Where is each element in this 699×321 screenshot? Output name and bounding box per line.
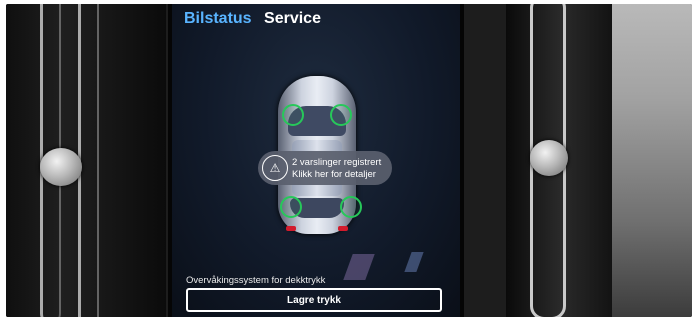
dashboard-panel-right [612, 4, 692, 317]
tire-front-left-indicator[interactable] [282, 104, 304, 126]
warning-triangle-icon: ⚠ [262, 155, 288, 181]
tab-bilstatus[interactable]: Bilstatus [184, 10, 252, 27]
dashboard-photo: Bilstatus Service ⚠ 2 varslinger registr… [6, 4, 692, 317]
save-pressure-button[interactable]: Lagre trykk [186, 288, 442, 312]
taillight-left [286, 226, 296, 231]
infotainment-screen: Bilstatus Service ⚠ 2 varslinger registr… [168, 4, 464, 317]
warning-notification[interactable]: ⚠ 2 varslinger registrert Klikk her for … [258, 151, 392, 185]
warning-title: 2 varslinger registrert [292, 157, 382, 168]
tire-rear-right-indicator[interactable] [340, 196, 362, 218]
left-air-vent [6, 4, 166, 317]
screen-reflection [404, 252, 424, 272]
tab-bar: Bilstatus Service [184, 10, 321, 28]
tire-front-right-indicator[interactable] [330, 104, 352, 126]
tire-pressure-system-label: Overvåkingssystem for dekktrykk [186, 275, 326, 286]
warning-subtitle: Klikk her for detaljer [292, 169, 376, 180]
tab-service[interactable]: Service [264, 10, 321, 27]
tire-rear-left-indicator[interactable] [280, 196, 302, 218]
left-vent-knob [40, 148, 82, 186]
taillight-right [338, 226, 348, 231]
screen-reflection [343, 254, 375, 280]
vent-slat [78, 4, 99, 317]
right-vent-knob [530, 140, 568, 176]
